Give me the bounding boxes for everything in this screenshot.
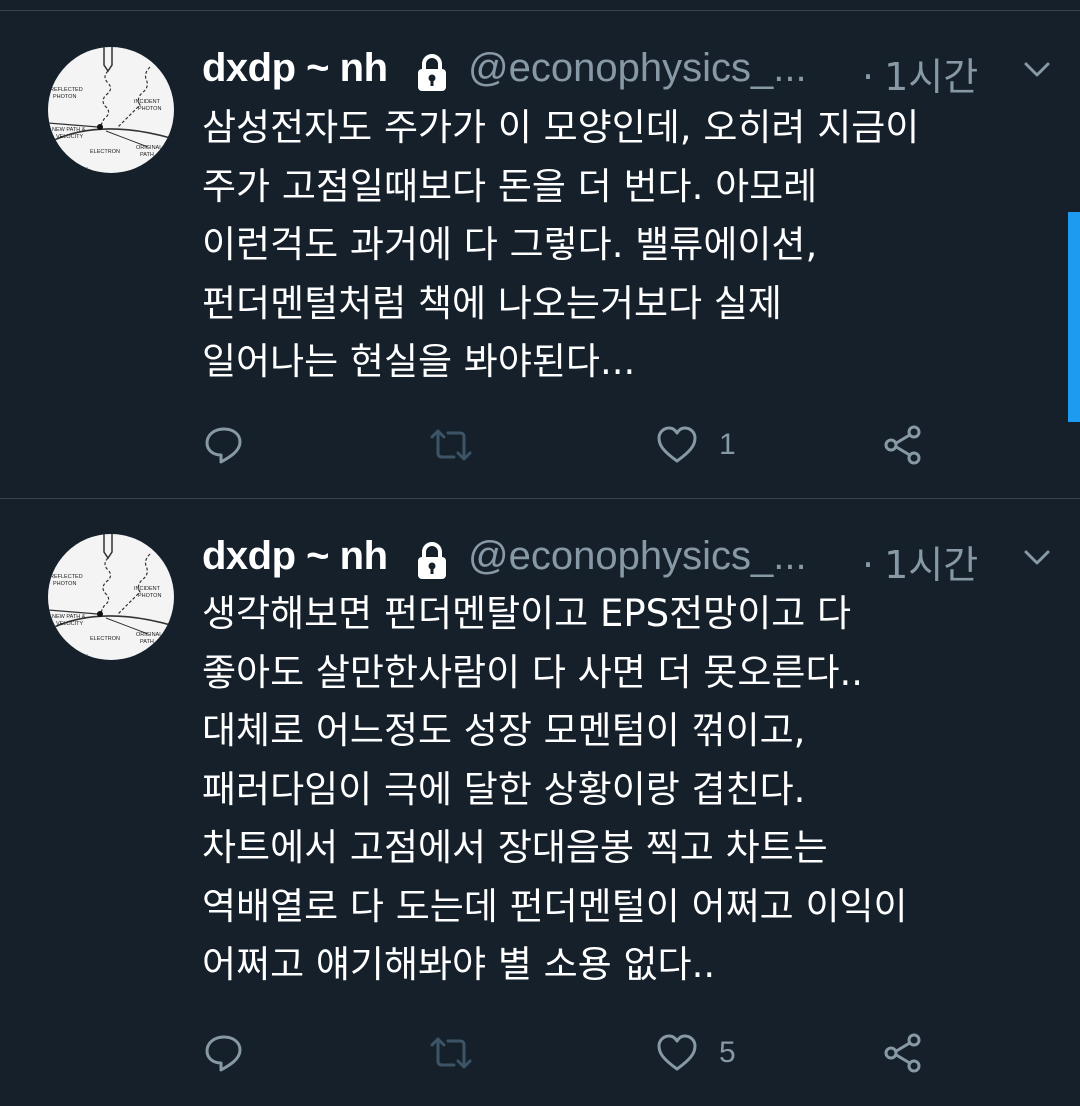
separator-dot: · (862, 55, 875, 99)
like-button[interactable]: 5 (655, 1028, 736, 1078)
avatar-label: PHOTON (53, 581, 76, 587)
tweet-text-line: 대체로 어느정도 성장 모멘텀이 꺾이고, (202, 709, 806, 752)
tweet-text-line: 일어나는 현실을 봐야된다... (202, 340, 636, 383)
avatar-label: PATH (140, 639, 154, 645)
retweet-icon (426, 423, 476, 467)
retweet-icon (426, 1031, 476, 1075)
display-name[interactable]: dxdp ~ nh (202, 46, 388, 91)
avatar-label: PECTED PATH (50, 167, 88, 173)
avatar-label: REFLECTED (50, 87, 83, 93)
avatar-label: PHOTON (138, 593, 161, 599)
heart-icon (655, 1031, 699, 1075)
share-button[interactable] (881, 420, 925, 470)
retweet-button[interactable] (426, 420, 476, 470)
tweet-text-line: 좋아도 살만한사람이 다 사면 더 못오른다.. (202, 650, 864, 694)
user-handle[interactable]: @econophysics_... (468, 534, 807, 579)
avatar-label: PHOTON (138, 106, 161, 112)
avatar[interactable]: REFLECTED PHOTON INCIDENT PHOTON NEW PAT… (48, 47, 174, 173)
reply-button[interactable] (202, 1028, 246, 1078)
share-icon (881, 1031, 925, 1075)
tweet-text-line: 생각해보면 펀더멘탈이고 EPS전망이고 다 (202, 592, 852, 635)
reply-icon (202, 1031, 246, 1075)
like-count: 5 (719, 1036, 736, 1069)
chevron-down-icon[interactable] (1022, 60, 1052, 80)
display-name[interactable]: dxdp ~ nh (202, 534, 388, 579)
avatar-label: ORIGINAL (136, 632, 162, 638)
chevron-down-icon[interactable] (1022, 548, 1052, 568)
tweet-text-line: 삼성전자도 주가가 이 모양인데, 오히려 지금이 (202, 106, 920, 149)
avatar-label: ELECTRON (90, 149, 120, 155)
tweet-actions: 1 (0, 420, 1080, 470)
retweet-button[interactable] (426, 1028, 476, 1078)
share-icon (881, 423, 925, 467)
avatar-label: PECTED PATH (50, 654, 88, 660)
avatar-label: INCIDENT (134, 99, 161, 105)
tweet-text-line: 패러다임이 극에 달한 상황이랑 겹친다. (202, 767, 806, 811)
avatar-label: PATH (140, 152, 154, 158)
tweet-text-line: 펀더멘털처럼 책에 나오는거보다 실제 (202, 281, 782, 325)
avatar-label: INCIDENT (134, 586, 161, 592)
like-button[interactable]: 1 (655, 420, 736, 470)
reply-button[interactable] (202, 420, 246, 470)
tweet-text-line: 이런걱도 과거에 다 그렇다. 밸류에이션, (202, 223, 818, 266)
time-label: 1시간 (884, 543, 979, 587)
tweet[interactable]: REFLECTED PHOTON INCIDENT PHOTON NEW PAT… (0, 0, 1080, 499)
avatar-label: VELOCITY (56, 621, 84, 627)
separator-dot: · (862, 543, 875, 587)
tweet-text-line: 차트에서 고점에서 장대음봉 찍고 차트는 (202, 826, 828, 869)
tweet-text-line: 어쩌고 얘기해봐야 별 소용 없다.. (202, 943, 716, 986)
timestamp[interactable]: · 1시간 (862, 46, 978, 101)
avatar[interactable]: REFLECTED PHOTON INCIDENT PHOTON NEW PAT… (48, 534, 174, 660)
avatar-label: ORIGINAL (136, 145, 162, 151)
avatar-label: NEW PATH & (52, 614, 86, 620)
avatar-label: PHOTON (53, 94, 76, 100)
share-button[interactable] (881, 1028, 925, 1078)
avatar-label: REFLECTED (50, 574, 83, 580)
avatar-label: ELECTRON (90, 636, 120, 642)
time-label: 1시간 (884, 55, 979, 99)
user-handle[interactable]: @econophysics_... (468, 46, 807, 91)
timestamp[interactable]: · 1시간 (862, 534, 978, 589)
tweet-text-line: 주가 고점일때보다 돈을 더 번다. 아모레 (202, 164, 818, 208)
tweet-actions: 5 (0, 1028, 1080, 1078)
tweet-text: 삼성전자도 주가가 이 모양인데, 오히려 지금이 주가 고점일때보다 돈을 더… (202, 99, 1062, 392)
heart-icon (655, 423, 699, 467)
tweet-divider (0, 498, 1080, 499)
avatar-label: VELOCITY (56, 134, 84, 140)
lock-icon (410, 52, 454, 92)
lock-icon (410, 540, 454, 580)
reply-icon (202, 423, 246, 467)
tweet-text-line: 역배열로 다 도는데 펀더멘털이 어쩌고 이익이 (202, 884, 908, 928)
avatar-label: NEW PATH & (52, 127, 86, 133)
tweet-header: dxdp ~ nh @econophysics_... · 1시간 (202, 530, 1062, 587)
tweet-header: dxdp ~ nh @econophysics_... · 1시간 (202, 42, 1062, 99)
like-count: 1 (719, 428, 736, 461)
tweet-text: 생각해보면 펀더멘탈이고 EPS전망이고 다 좋아도 살만한사람이 다 사면 더… (202, 585, 1062, 995)
